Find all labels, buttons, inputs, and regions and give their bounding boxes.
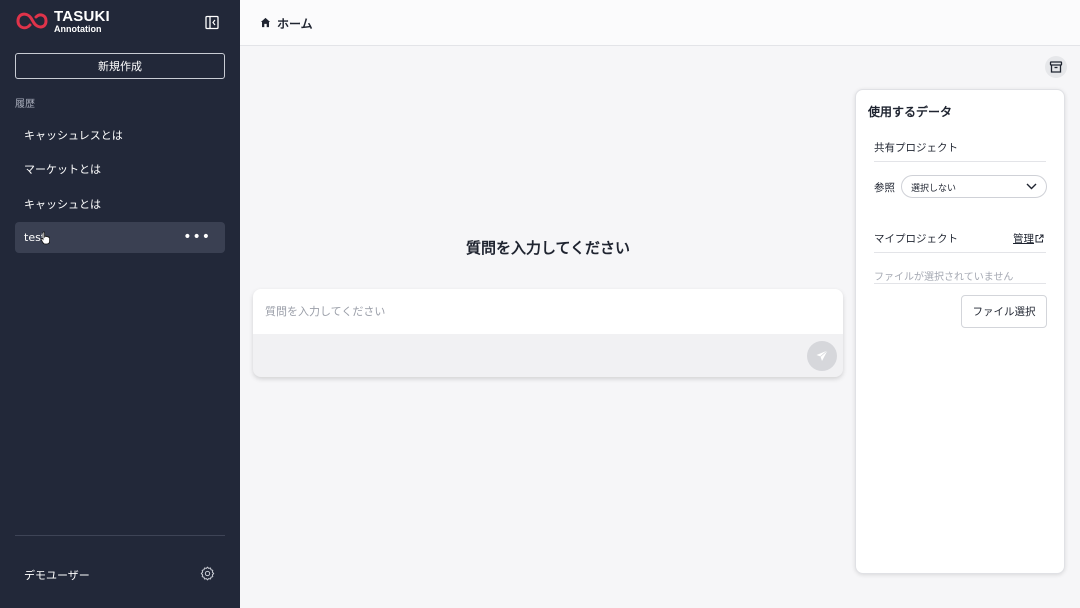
home-icon[interactable]	[260, 17, 271, 28]
divider	[874, 283, 1046, 284]
history-item-label: マーケットとは	[24, 162, 101, 176]
shared-project-label: 共有プロジェクト	[874, 142, 958, 154]
app-logo[interactable]: TASUKI Annotation	[14, 8, 110, 34]
my-project-label: マイプロジェクト	[874, 233, 958, 245]
send-icon	[816, 350, 828, 361]
history-item-label: キャッシュレスとは	[24, 128, 123, 142]
divider	[874, 161, 1046, 162]
reference-label: 参照	[874, 182, 895, 194]
page-title: 質問を入力してください	[465, 239, 631, 257]
new-chat-button[interactable]: 新規作成	[15, 53, 225, 79]
top-header: ホーム	[240, 0, 1080, 46]
sidebar-divider	[15, 535, 225, 536]
sidebar: TASUKI Annotation 新規作成 履歴 キャッシュレスとは マーケッ…	[0, 0, 240, 608]
logo-title: TASUKI	[54, 7, 110, 25]
user-name[interactable]: デモユーザー	[24, 567, 90, 583]
manage-link-label: 管理	[1013, 233, 1034, 245]
history-heading: 履歴	[15, 99, 35, 110]
data-source-panel: 使用するデータ 共有プロジェクト 参照 選択しない マイプロジェクト 管理 ファ…	[855, 89, 1065, 574]
no-file-message: ファイルが選択されていません	[874, 272, 1014, 283]
reference-select-value: 選択しない	[911, 184, 957, 194]
archive-button[interactable]	[1045, 56, 1067, 78]
archive-icon	[1049, 61, 1063, 73]
logo-subtitle: Annotation	[54, 23, 102, 34]
manage-link[interactable]: 管理	[1013, 231, 1044, 246]
panel-title: 使用するデータ	[868, 105, 953, 119]
reference-select[interactable]: 選択しない	[901, 175, 1047, 198]
file-select-button[interactable]: ファイル選択	[961, 295, 1047, 328]
mouse-cursor-icon	[40, 231, 50, 245]
external-link-icon	[1035, 234, 1044, 243]
chevron-down-icon	[1026, 183, 1037, 190]
divider	[874, 252, 1046, 253]
history-item[interactable]: キャッシュとは	[15, 188, 225, 219]
logo-text: TASUKI Annotation	[54, 9, 110, 34]
history-item[interactable]: マーケットとは	[15, 153, 225, 184]
breadcrumb-home[interactable]: ホーム	[277, 15, 313, 32]
history-item[interactable]: キャッシュレスとは	[15, 119, 225, 150]
sidebar-collapse-icon[interactable]	[205, 15, 220, 30]
history-item-label: キャッシュとは	[24, 197, 101, 211]
send-button[interactable]	[807, 341, 837, 371]
more-options-icon[interactable]: •••	[183, 230, 211, 244]
gear-icon[interactable]	[200, 566, 215, 581]
chat-composer	[253, 289, 843, 377]
tasuki-logo-icon	[16, 12, 48, 30]
question-input[interactable]	[253, 289, 843, 334]
